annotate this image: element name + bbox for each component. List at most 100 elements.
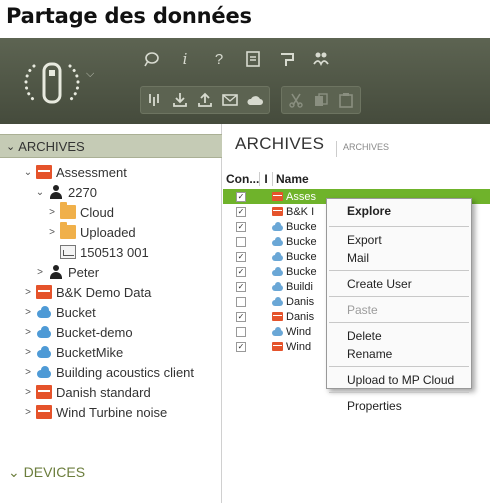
tree-item[interactable]: > BucketMike <box>0 342 222 362</box>
pane-breadcrumb[interactable]: ARCHIVES <box>336 141 389 157</box>
chevron-right-icon[interactable]: > <box>22 407 34 418</box>
chevron-right-icon[interactable]: > <box>22 307 34 318</box>
connection-checkbox[interactable]: ✓ <box>236 206 246 217</box>
connection-cell: ✓ <box>223 251 259 262</box>
document-icon[interactable] <box>242 48 264 70</box>
archive-icon <box>36 165 52 179</box>
chevron-down-icon: ⌄ <box>6 140 16 153</box>
menu-item-properties[interactable]: Properties <box>327 397 471 415</box>
tree-item-label: Building acoustics client <box>56 364 195 380</box>
chevron-right-icon[interactable]: > <box>22 327 34 338</box>
archive-icon <box>36 285 52 299</box>
copy-icon[interactable] <box>310 89 332 111</box>
column-header-connection[interactable]: Con... <box>223 172 259 186</box>
chevron-right-icon[interactable]: > <box>22 347 34 358</box>
name-cell: Wind <box>272 341 311 353</box>
connection-checkbox[interactable] <box>236 326 246 337</box>
connection-checkbox[interactable]: ✓ <box>236 311 246 322</box>
tree-item[interactable]: > Building acoustics client <box>0 362 222 382</box>
connection-checkbox[interactable]: ✓ <box>236 266 246 277</box>
menu-item-delete[interactable]: Delete <box>327 327 471 345</box>
chevron-right-icon[interactable]: > <box>34 267 46 278</box>
archive-icon <box>36 405 52 419</box>
cloud-icon <box>272 222 283 231</box>
tree-item-label: BucketMike <box>56 344 124 360</box>
mail-icon[interactable] <box>219 89 241 111</box>
sound-level-meter-logo-icon[interactable] <box>20 56 84 110</box>
upload-icon[interactable] <box>194 89 216 111</box>
devices-section-label: DEVICES <box>23 464 86 480</box>
cut-icon[interactable] <box>285 89 307 111</box>
user-icon <box>48 185 64 199</box>
tree-item[interactable]: 150513 001 <box>0 242 222 262</box>
archive-icon <box>272 192 283 201</box>
connection-checkbox[interactable]: ✓ <box>236 341 246 352</box>
menu-separator <box>329 392 469 393</box>
tree-item[interactable]: > B&K Demo Data <box>0 282 222 302</box>
tree-item[interactable]: > Danish standard <box>0 382 222 402</box>
archives-tree: ⌄ Assessment ⌄ 2270 > Cloud > Uploaded 150513 00… <box>0 162 222 422</box>
chevron-down-icon[interactable]: ⌄ <box>22 167 34 178</box>
context-menu: Explore Export Mail Create User Paste De… <box>326 198 472 413</box>
tree-item[interactable]: > Uploaded <box>0 222 222 242</box>
flag-icon[interactable] <box>276 48 298 70</box>
name-cell: B&K I <box>272 206 314 218</box>
chevron-right-icon[interactable]: > <box>46 207 58 218</box>
connection-cell: ✓ <box>223 191 259 202</box>
tree-item-label: 150513 001 <box>80 244 149 260</box>
devices-section-header[interactable]: ⌄ DEVICES <box>8 464 85 481</box>
name-cell: Danis <box>272 311 314 323</box>
tree-item[interactable]: > Bucket-demo <box>0 322 222 342</box>
help-icon[interactable]: ? <box>208 48 230 70</box>
row-name: Asses <box>286 190 316 203</box>
toolbar-group-data <box>140 86 270 114</box>
archives-section-header[interactable]: ⌄ ARCHIVES <box>0 134 222 158</box>
connection-cell <box>223 236 259 247</box>
cloud-icon <box>272 327 283 336</box>
row-name: Bucke <box>286 235 317 248</box>
import-icon[interactable] <box>144 89 166 111</box>
archive-icon <box>272 207 283 216</box>
paste-icon[interactable] <box>335 89 357 111</box>
tree-item[interactable]: > Cloud <box>0 202 222 222</box>
chevron-right-icon[interactable]: > <box>22 387 34 398</box>
menu-item-export[interactable]: Export <box>327 231 471 249</box>
tree-item[interactable]: > Wind Turbine noise <box>0 402 222 422</box>
connection-cell: ✓ <box>223 266 259 277</box>
menu-item-explore[interactable]: Explore <box>327 199 471 223</box>
download-icon[interactable] <box>169 89 191 111</box>
tree-item[interactable]: > Bucket <box>0 302 222 322</box>
tree-item-label: Cloud <box>80 204 114 220</box>
column-header-icon[interactable]: I <box>259 172 272 186</box>
menu-item-upload-to-cloud[interactable]: Upload to MP Cloud <box>327 371 471 389</box>
tree-item[interactable]: ⌄ Assessment <box>0 162 222 182</box>
chevron-right-icon[interactable]: > <box>22 287 34 298</box>
tree-item[interactable]: ⌄ 2270 <box>0 182 222 202</box>
info-icon[interactable]: i <box>174 48 196 70</box>
connection-checkbox[interactable] <box>236 236 246 247</box>
cloud-icon[interactable] <box>244 89 266 111</box>
name-cell: Bucke <box>272 221 317 233</box>
connection-checkbox[interactable]: ✓ <box>236 221 246 232</box>
chevron-down-icon[interactable]: ⌄ <box>34 187 46 198</box>
chevron-right-icon[interactable]: > <box>46 227 58 238</box>
connection-checkbox[interactable] <box>236 296 246 307</box>
connection-checkbox[interactable]: ✓ <box>236 281 246 292</box>
connection-cell: ✓ <box>223 341 259 352</box>
users-icon[interactable] <box>310 48 332 70</box>
menu-item-rename[interactable]: Rename <box>327 345 471 363</box>
row-name: B&K I <box>286 205 315 218</box>
chevron-right-icon[interactable]: > <box>22 367 34 378</box>
menu-separator <box>329 366 469 367</box>
logo-menu-chevron-icon[interactable]: ⌵ <box>86 68 94 81</box>
tree-item[interactable]: > Peter <box>0 262 222 282</box>
menu-item-mail[interactable]: Mail <box>327 249 471 267</box>
menu-item-create-user[interactable]: Create User <box>327 275 471 293</box>
connection-checkbox[interactable]: ✓ <box>236 251 246 262</box>
tree-item-label: 2270 <box>68 184 97 200</box>
connection-cell: ✓ <box>223 281 259 292</box>
menu-separator <box>329 296 469 297</box>
column-header-name[interactable]: Name <box>272 172 490 186</box>
connection-checkbox[interactable]: ✓ <box>236 191 246 202</box>
feedback-icon[interactable] <box>140 48 162 70</box>
